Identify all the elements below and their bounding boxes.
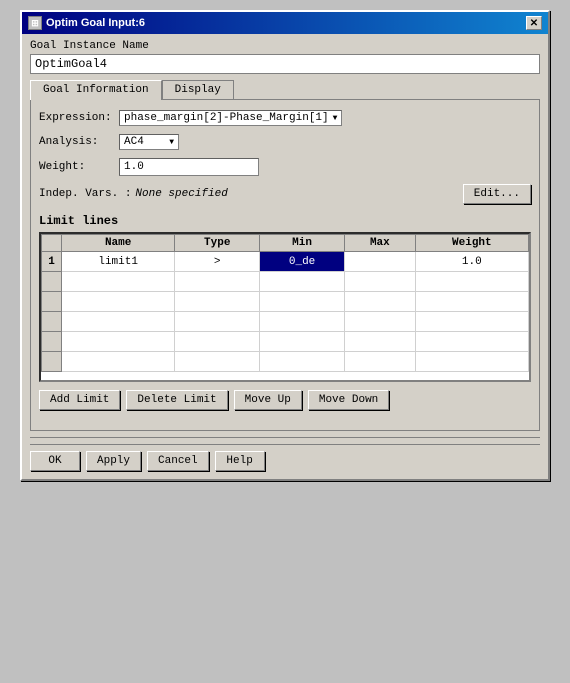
table-row-empty-3 [42, 312, 529, 332]
table-action-buttons: Add Limit Delete Limit Move Up Move Down [39, 390, 531, 410]
indep-vars-row: Indep. Vars. : None specified Edit... [39, 184, 531, 204]
cancel-button[interactable]: Cancel [147, 451, 209, 471]
indep-left: Indep. Vars. : None specified [39, 188, 228, 200]
table-cell-empty-type [175, 272, 260, 292]
move-up-button[interactable]: Move Up [234, 390, 302, 410]
move-down-button[interactable]: Move Down [308, 390, 389, 410]
main-window: ⊞ Optim Goal Input:6 ✕ Goal Instance Nam… [20, 10, 550, 481]
window-icon: ⊞ [28, 16, 42, 30]
goal-instance-name-label: Goal Instance Name [30, 40, 540, 52]
weight-input[interactable] [119, 158, 259, 176]
limit-lines-section: Limit lines Name Type Min Max Weight [39, 214, 531, 382]
tab-goal-information[interactable]: Goal Information [30, 80, 162, 100]
table-cell-empty-name [62, 272, 175, 292]
weight-control-wrap [119, 158, 531, 176]
window-body: Goal Instance Name Goal Information Disp… [22, 34, 548, 479]
expression-dropdown-arrow: ▼ [333, 114, 338, 123]
table-cell-rownum: 1 [42, 252, 62, 272]
table-cell-max[interactable] [345, 252, 416, 272]
tab-content: Expression: phase_margin[2]-Phase_Margin… [30, 99, 540, 431]
table-header-row: Name Type Min Max Weight [42, 235, 529, 252]
table-cell-empty-min [260, 272, 345, 292]
table-cell-empty-max [345, 272, 416, 292]
limit-lines-title: Limit lines [39, 214, 531, 228]
analysis-label: Analysis: [39, 136, 119, 148]
title-bar: ⊞ Optim Goal Input:6 ✕ [22, 12, 548, 34]
col-header-rownum [42, 235, 62, 252]
close-button[interactable]: ✕ [526, 16, 542, 30]
table-cell-weight[interactable]: 1.0 [415, 252, 528, 272]
table-row-empty-4 [42, 332, 529, 352]
expression-control-wrap: phase_margin[2]-Phase_Margin[1] ▼ [119, 110, 531, 126]
edit-button[interactable]: Edit... [463, 184, 531, 204]
analysis-dropdown-arrow: ▼ [169, 138, 174, 147]
title-bar-left: ⊞ Optim Goal Input:6 [28, 16, 145, 30]
table-row-empty-2 [42, 292, 529, 312]
ok-button[interactable]: OK [30, 451, 80, 471]
add-limit-button[interactable]: Add Limit [39, 390, 120, 410]
tab-bar: Goal Information Display [30, 80, 540, 99]
analysis-dropdown[interactable]: AC4 ▼ [119, 134, 179, 150]
analysis-value: AC4 [124, 136, 144, 148]
table-row-empty-5 [42, 352, 529, 372]
expression-dropdown[interactable]: phase_margin[2]-Phase_Margin[1] ▼ [119, 110, 342, 126]
table-row[interactable]: 1 limit1 > 0_de 1.0 [42, 252, 529, 272]
help-button[interactable]: Help [215, 451, 265, 471]
weight-label: Weight: [39, 161, 119, 173]
limit-table: Name Type Min Max Weight 1 limit1 [41, 234, 529, 372]
window-title: Optim Goal Input:6 [46, 17, 145, 29]
col-header-weight: Weight [415, 235, 528, 252]
goal-instance-name-input[interactable] [30, 54, 540, 74]
tab-display[interactable]: Display [162, 80, 234, 99]
table-cell-type[interactable]: > [175, 252, 260, 272]
table-row-empty-1 [42, 272, 529, 292]
expression-label: Expression: [39, 112, 119, 124]
expression-row: Expression: phase_margin[2]-Phase_Margin… [39, 110, 531, 126]
expression-value: phase_margin[2]-Phase_Margin[1] [124, 112, 329, 124]
col-header-type: Type [175, 235, 260, 252]
apply-button[interactable]: Apply [86, 451, 141, 471]
action-buttons: OK Apply Cancel Help [30, 444, 540, 471]
limit-table-wrap: Name Type Min Max Weight 1 limit1 [39, 232, 531, 382]
indep-value: None specified [135, 188, 227, 200]
table-cell-name[interactable]: limit1 [62, 252, 175, 272]
delete-limit-button[interactable]: Delete Limit [126, 390, 227, 410]
col-header-name: Name [62, 235, 175, 252]
weight-row: Weight: [39, 158, 531, 176]
indep-label: Indep. Vars. : [39, 188, 131, 200]
table-cell-empty-weight [415, 272, 528, 292]
analysis-control-wrap: AC4 ▼ [119, 134, 531, 150]
analysis-row: Analysis: AC4 ▼ [39, 134, 531, 150]
table-cell-min[interactable]: 0_de [260, 252, 345, 272]
table-cell-empty-rownum [42, 272, 62, 292]
bottom-divider [30, 437, 540, 438]
col-header-min: Min [260, 235, 345, 252]
col-header-max: Max [345, 235, 416, 252]
